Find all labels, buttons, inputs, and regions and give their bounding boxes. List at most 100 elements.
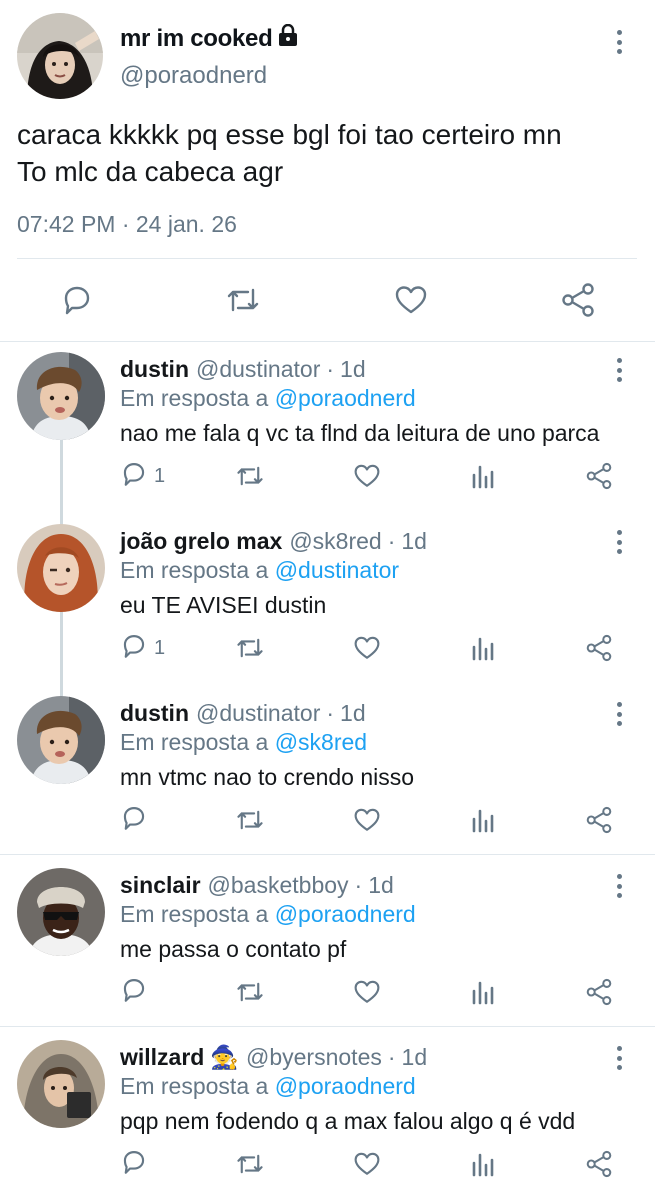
reply-icon [120, 976, 148, 1009]
handle[interactable]: @byersnotes [246, 1044, 382, 1071]
like-icon[interactable] [353, 1148, 381, 1180]
reply-actions [0, 976, 655, 1016]
share-icon[interactable] [585, 804, 613, 836]
handle[interactable]: @basketbboy [208, 872, 349, 899]
reply-text: nao me fala q vc ta flnd da leitura de u… [120, 420, 600, 446]
separator: · [387, 528, 396, 554]
time-ago: 1d [340, 700, 366, 726]
more-options-icon[interactable] [612, 1043, 626, 1073]
tweet-text-line: caraca kkkkk pq esse bgl foi tao certeir… [17, 119, 562, 150]
time-ago: 1d [368, 872, 394, 898]
reply-button[interactable] [120, 976, 154, 1008]
reply-count: 1 [154, 464, 166, 487]
reply-header: willzard 🧙 @byersnotes · 1d [120, 1044, 427, 1071]
retweet-icon[interactable] [234, 632, 266, 664]
tweet-text: caraca kkkkk pq esse bgl foi tao certeir… [17, 116, 637, 190]
share-icon[interactable] [585, 632, 613, 664]
reply-actions [0, 804, 655, 844]
replying-to-label: Em resposta a [120, 901, 269, 927]
avatar[interactable] [17, 868, 105, 956]
reply-tweet[interactable]: willzard 🧙 @byersnotes · 1d Em resposta … [0, 1031, 655, 1199]
mention-link[interactable]: @poraodnerd [275, 385, 416, 411]
replying-to: Em resposta a @dustinator [120, 557, 399, 584]
display-name[interactable]: dustin [120, 356, 189, 383]
avatar[interactable] [17, 696, 105, 784]
reply-icon [120, 460, 148, 493]
handle[interactable]: @poraodnerd [120, 62, 267, 90]
mention-link[interactable]: @poraodnerd [275, 901, 416, 927]
share-icon[interactable] [558, 280, 598, 320]
more-options-icon[interactable] [612, 527, 626, 557]
retweet-icon[interactable] [234, 804, 266, 836]
reply-icon [120, 804, 148, 837]
more-options-icon[interactable] [612, 27, 626, 57]
reply-tweet[interactable]: joão grelo max @sk8red · 1d Em resposta … [0, 515, 655, 687]
display-name[interactable]: willzard [120, 1044, 204, 1071]
more-options-icon[interactable] [612, 871, 626, 901]
reply-button[interactable]: 1 [120, 460, 165, 492]
divider [0, 1026, 655, 1027]
more-options-icon[interactable] [612, 355, 626, 385]
more-options-icon[interactable] [612, 699, 626, 729]
display-name[interactable]: dustin [120, 700, 189, 727]
replying-to-label: Em resposta a [120, 729, 269, 755]
analytics-icon[interactable] [471, 632, 495, 664]
reply-tweet[interactable]: dustin @dustinator · 1d Em resposta a @s… [0, 687, 655, 859]
mention-link[interactable]: @sk8red [275, 729, 367, 755]
handle[interactable]: @sk8red [289, 528, 381, 555]
avatar[interactable] [17, 13, 103, 99]
reply-header: dustin @dustinator · 1d [120, 700, 366, 727]
reply-tweet[interactable]: sinclair @basketbboy · 1d Em resposta a … [0, 859, 655, 1031]
time-ago: 1d [401, 1044, 428, 1070]
reply-icon [120, 1148, 148, 1181]
replying-to: Em resposta a @poraodnerd [120, 1073, 416, 1100]
replying-to: Em resposta a @poraodnerd [120, 385, 416, 412]
lock-icon [278, 23, 298, 53]
share-icon[interactable] [585, 1148, 613, 1180]
share-icon[interactable] [585, 460, 613, 492]
retweet-icon[interactable] [234, 460, 266, 492]
divider [0, 854, 655, 855]
like-icon[interactable] [353, 976, 381, 1008]
like-icon[interactable] [353, 460, 381, 492]
main-tweet: mr im cooked @poraodnerd caraca kkkkk pq… [0, 0, 655, 342]
reply-text: pqp nem fodendo q a max falou algo q é v… [120, 1108, 576, 1134]
analytics-icon[interactable] [471, 460, 495, 492]
reply-button[interactable] [120, 1148, 154, 1180]
share-icon[interactable] [585, 976, 613, 1008]
handle[interactable]: @dustinator [196, 356, 320, 383]
display-name[interactable]: sinclair [120, 872, 201, 899]
analytics-icon[interactable] [471, 804, 495, 836]
reply-tweet[interactable]: dustin @dustinator · 1d Em resposta a @p… [0, 343, 655, 515]
reply-button[interactable] [120, 804, 154, 836]
reply-icon [120, 632, 148, 665]
divider [17, 258, 637, 259]
mention-link[interactable]: @dustinator [275, 557, 399, 583]
reply-icon[interactable] [57, 280, 97, 320]
like-icon[interactable] [353, 804, 381, 836]
like-icon[interactable] [391, 280, 431, 320]
retweet-icon[interactable] [234, 1148, 266, 1180]
separator: · [354, 872, 363, 898]
reply-count: 1 [154, 636, 166, 659]
replying-to-label: Em resposta a [120, 557, 269, 583]
avatar[interactable] [17, 524, 105, 612]
reply-button[interactable]: 1 [120, 632, 165, 664]
analytics-icon[interactable] [471, 976, 495, 1008]
display-name[interactable]: joão grelo max [120, 528, 282, 555]
separator: · [387, 1044, 396, 1070]
handle[interactable]: @dustinator [196, 700, 320, 727]
reply-actions: 1 [0, 632, 655, 672]
like-icon[interactable] [353, 632, 381, 664]
reply-text: me passa o contato pf [120, 936, 347, 962]
mention-link[interactable]: @poraodnerd [275, 1073, 416, 1099]
avatar[interactable] [17, 1040, 105, 1128]
avatar[interactable] [17, 352, 105, 440]
retweet-icon[interactable] [223, 280, 263, 320]
display-name[interactable]: mr im cooked [120, 23, 298, 53]
retweet-icon[interactable] [234, 976, 266, 1008]
time-ago: 1d [340, 356, 366, 382]
display-name-text: mr im cooked [120, 24, 273, 52]
analytics-icon[interactable] [471, 1148, 495, 1180]
reply-header: joão grelo max @sk8red · 1d [120, 528, 427, 555]
